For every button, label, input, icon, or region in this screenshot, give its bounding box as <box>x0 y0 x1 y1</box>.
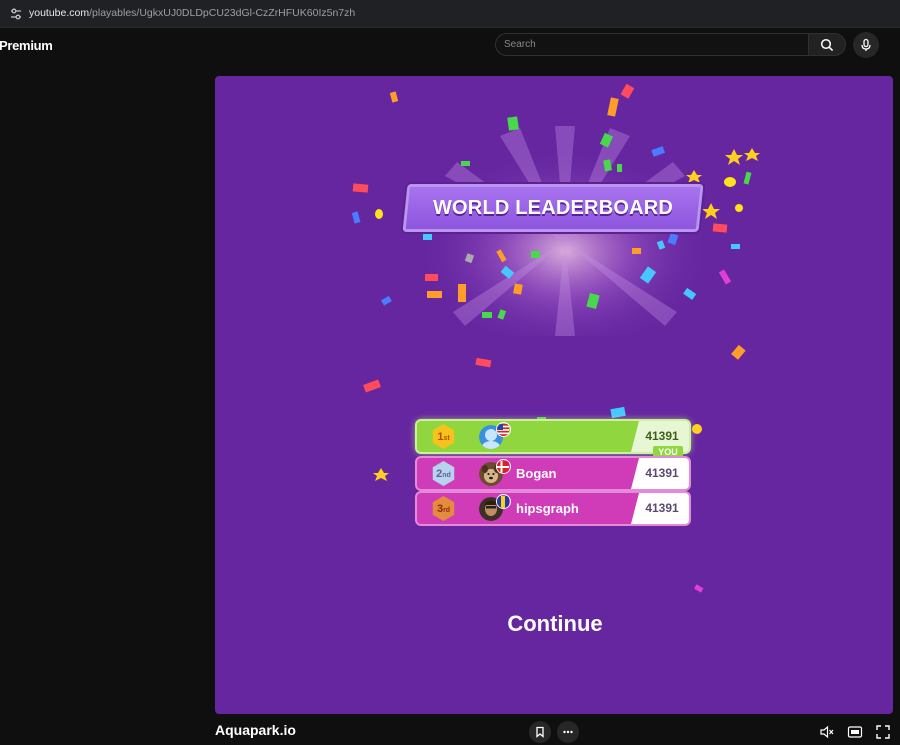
game-title: Aquapark.io <box>215 722 296 738</box>
fullscreen-button[interactable] <box>872 721 894 743</box>
search-input[interactable] <box>504 34 794 55</box>
theater-mode-button[interactable] <box>844 721 866 743</box>
rank-badge-gold: 1st <box>432 424 455 449</box>
bottom-bar: Aquapark.io <box>0 714 900 745</box>
more-actions-button[interactable] <box>557 721 579 743</box>
bookmark-icon <box>536 726 544 738</box>
youtube-premium-logo[interactable]: Premium <box>0 38 53 53</box>
you-badge: YOU <box>653 446 683 458</box>
leaderboard-title: WORLD LEADERBOARD <box>432 197 674 219</box>
us-flag-icon <box>496 422 511 437</box>
leaderboard-row: 3rd hipsgraph 41391 <box>417 493 689 524</box>
player-score: 41391 <box>645 466 679 480</box>
voice-search-button[interactable] <box>853 32 879 58</box>
rank-badge-silver: 2nd <box>432 461 455 486</box>
rank-badge-bronze: 3rd <box>432 496 455 521</box>
mute-button[interactable] <box>816 721 838 743</box>
search-icon <box>820 38 834 51</box>
barbados-flag-icon <box>496 494 511 509</box>
search-box[interactable] <box>495 33 809 56</box>
player-name: Bogan <box>516 466 557 481</box>
continue-button[interactable]: Continue <box>475 608 635 640</box>
player-name: hipsgraph <box>516 501 579 516</box>
fullscreen-icon <box>876 725 890 739</box>
search-button[interactable] <box>808 33 846 56</box>
microphone-icon <box>861 38 871 51</box>
url-path: /playables/UgkxUJ0DLDpCU23dGl-CzZrHFUK60… <box>89 7 356 19</box>
leaderboard-row: 2nd Bogan 41391 <box>417 458 689 489</box>
mute-icon <box>820 725 834 739</box>
more-icon <box>563 730 573 734</box>
top-bar: Premium <box>0 28 900 64</box>
site-settings-icon[interactable] <box>9 7 23 21</box>
player-score: 41391 <box>645 501 679 515</box>
browser-address-bar[interactable]: youtube.com/playables/UgkxUJ0DLDpCU23dGl… <box>0 0 900 28</box>
url-text[interactable]: youtube.com/playables/UgkxUJ0DLDpCU23dGl… <box>29 7 355 19</box>
leaderboard-row: 1st 41391 <box>417 421 689 452</box>
url-host: youtube.com <box>29 7 90 19</box>
theater-mode-icon <box>847 726 863 738</box>
denmark-flag-icon <box>496 459 511 474</box>
save-button[interactable] <box>529 721 551 743</box>
game-canvas[interactable]: WORLD LEADERBOARD 1st 41391 YOU 2nd Boga… <box>215 76 893 714</box>
